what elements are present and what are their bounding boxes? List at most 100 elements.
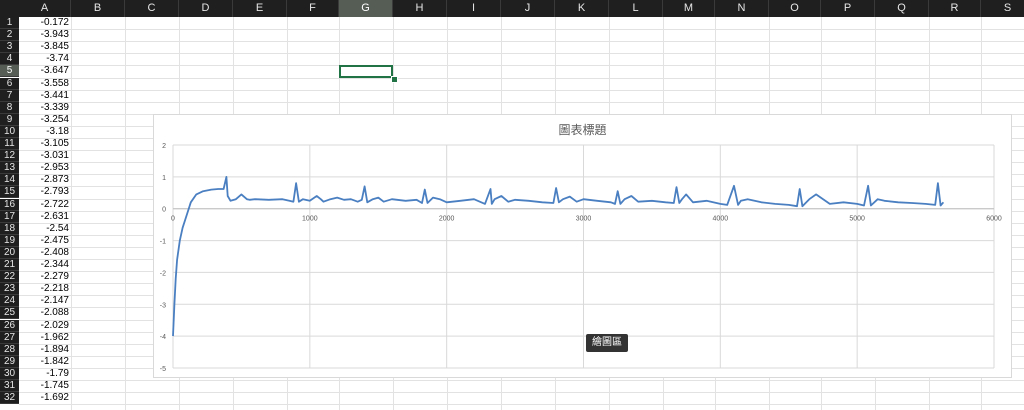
row-header-9[interactable]: 9 bbox=[0, 113, 19, 126]
row-header-4[interactable]: 4 bbox=[0, 53, 19, 66]
cell-a32[interactable]: -1.692 bbox=[19, 392, 71, 404]
cell-a18[interactable]: -2.54 bbox=[19, 223, 71, 235]
cell-a31[interactable]: -1.745 bbox=[19, 380, 71, 392]
cell-a20[interactable]: -2.408 bbox=[19, 247, 71, 259]
row-header-7[interactable]: 7 bbox=[0, 89, 19, 102]
column-header-k[interactable]: K bbox=[555, 0, 609, 17]
cell-a19[interactable]: -2.475 bbox=[19, 235, 71, 247]
column-header-e[interactable]: E bbox=[233, 0, 287, 17]
row-header-11[interactable]: 11 bbox=[0, 138, 19, 150]
cell-a8[interactable]: -3.339 bbox=[19, 102, 71, 114]
cell-a30[interactable]: -1.79 bbox=[19, 368, 71, 380]
column-header-r[interactable]: R bbox=[929, 0, 981, 17]
column-header-l[interactable]: L bbox=[609, 0, 663, 17]
row-header-32[interactable]: 32 bbox=[0, 392, 19, 405]
cell-a11[interactable]: -3.105 bbox=[19, 138, 71, 150]
column-header-d[interactable]: D bbox=[179, 0, 233, 17]
x-tick-label: 5000 bbox=[849, 216, 865, 223]
row-header-22[interactable]: 22 bbox=[0, 271, 19, 284]
column-header-b[interactable]: B bbox=[71, 0, 125, 17]
cell-a9[interactable]: -3.254 bbox=[19, 114, 71, 126]
cell-a25[interactable]: -2.088 bbox=[19, 307, 71, 319]
cell-a23[interactable]: -2.218 bbox=[19, 283, 71, 295]
line-chart[interactable]: 2 1 0 -1 -2 -3 -4 -5 0 1000 2000 3000 4000 5000 6000 圖… bbox=[153, 114, 1012, 378]
column-header-n[interactable]: N bbox=[715, 0, 769, 17]
row-header-20[interactable]: 20 bbox=[0, 246, 19, 259]
row-header-5[interactable]: 5 bbox=[0, 65, 19, 78]
column-header-s[interactable]: S bbox=[981, 0, 1024, 17]
cell-a4[interactable]: -3.74 bbox=[19, 53, 71, 65]
cell-a22[interactable]: -2.279 bbox=[19, 271, 71, 283]
select-all-corner[interactable] bbox=[0, 0, 20, 17]
cell-a16[interactable]: -2.722 bbox=[19, 199, 71, 211]
column-header-m[interactable]: M bbox=[663, 0, 715, 17]
row-header-15[interactable]: 15 bbox=[0, 186, 19, 199]
column-gridline bbox=[125, 17, 126, 410]
row-header-19[interactable]: 19 bbox=[0, 234, 19, 247]
row-header-16[interactable]: 16 bbox=[0, 198, 19, 211]
y-tick-label: -2 bbox=[160, 270, 166, 277]
column-header-i[interactable]: I bbox=[447, 0, 501, 17]
row-gridline bbox=[19, 77, 1024, 79]
cell-a13[interactable]: -2.953 bbox=[19, 162, 71, 174]
row-header-14[interactable]: 14 bbox=[0, 174, 19, 187]
cell-a26[interactable]: -2.029 bbox=[19, 320, 71, 332]
row-header-12[interactable]: 12 bbox=[0, 150, 19, 163]
row-header-28[interactable]: 28 bbox=[0, 343, 19, 356]
x-tick-label: 4000 bbox=[713, 216, 729, 223]
cell-a6[interactable]: -3.558 bbox=[19, 78, 71, 90]
column-header-h[interactable]: H bbox=[393, 0, 447, 17]
column-header-j[interactable]: J bbox=[501, 0, 555, 17]
cell-a10[interactable]: -3.18 bbox=[19, 126, 71, 138]
row-header-13[interactable]: 13 bbox=[0, 162, 19, 175]
cell-a14[interactable]: -2.873 bbox=[19, 174, 71, 186]
column-header-o[interactable]: O bbox=[769, 0, 821, 17]
cell-a17[interactable]: -2.631 bbox=[19, 211, 71, 223]
row-header-30[interactable]: 30 bbox=[0, 367, 19, 380]
cell-a2[interactable]: -3.943 bbox=[19, 29, 71, 41]
y-tick-label: 2 bbox=[162, 143, 166, 150]
row-header-25[interactable]: 25 bbox=[0, 307, 19, 320]
row-header-24[interactable]: 24 bbox=[0, 295, 19, 308]
row-gridline bbox=[19, 392, 1024, 394]
cell-a5[interactable]: -3.647 bbox=[19, 65, 71, 77]
row-header-17[interactable]: 17 bbox=[0, 210, 19, 223]
x-tick-label: 3000 bbox=[576, 216, 592, 223]
y-tick-label: -1 bbox=[160, 239, 166, 246]
cell-a15[interactable]: -2.793 bbox=[19, 186, 71, 198]
row-header-27[interactable]: 27 bbox=[0, 331, 19, 344]
row-header-6[interactable]: 6 bbox=[0, 77, 19, 90]
row-header-10[interactable]: 10 bbox=[0, 125, 19, 138]
selected-cell-g5[interactable] bbox=[339, 65, 393, 78]
row-header-31[interactable]: 31 bbox=[0, 380, 19, 392]
cell-a24[interactable]: -2.147 bbox=[19, 295, 71, 307]
cell-a27[interactable]: -1.962 bbox=[19, 332, 71, 344]
column-header-p[interactable]: P bbox=[821, 0, 875, 17]
fill-handle[interactable] bbox=[391, 76, 398, 83]
row-header-21[interactable]: 21 bbox=[0, 259, 19, 271]
row-header-2[interactable]: 2 bbox=[0, 29, 19, 42]
column-header-q[interactable]: Q bbox=[875, 0, 929, 17]
cell-a3[interactable]: -3.845 bbox=[19, 41, 71, 53]
row-header-1[interactable]: 1 bbox=[0, 17, 19, 29]
column-header-c[interactable]: C bbox=[125, 0, 179, 17]
cell-a1[interactable]: -0.172 bbox=[19, 17, 71, 29]
column-header-a[interactable]: A bbox=[19, 0, 71, 17]
chart-title[interactable]: 圖表標題 bbox=[154, 121, 1011, 138]
column-header-f[interactable]: F bbox=[287, 0, 339, 17]
row-header-18[interactable]: 18 bbox=[0, 222, 19, 235]
cell-a28[interactable]: -1.894 bbox=[19, 344, 71, 356]
row-header-29[interactable]: 29 bbox=[0, 355, 19, 368]
column-header-g[interactable]: G bbox=[339, 0, 393, 17]
row-header-3[interactable]: 3 bbox=[0, 41, 19, 54]
row-header-8[interactable]: 8 bbox=[0, 101, 19, 114]
row-gridline bbox=[19, 380, 1024, 381]
spreadsheet-grid[interactable]: ABCDEFGHIJKLMNOPQRS 1 2 3 4 5 6 7 8 9 10 11 12 13 14 1… bbox=[0, 0, 1024, 410]
row-header-23[interactable]: 23 bbox=[0, 283, 19, 296]
row-header-26[interactable]: 26 bbox=[0, 319, 19, 332]
cell-a29[interactable]: -1.842 bbox=[19, 356, 71, 368]
cell-a21[interactable]: -2.344 bbox=[19, 259, 71, 271]
cell-a12[interactable]: -3.031 bbox=[19, 150, 71, 162]
row-gridline bbox=[19, 404, 1024, 406]
cell-a7[interactable]: -3.441 bbox=[19, 90, 71, 102]
